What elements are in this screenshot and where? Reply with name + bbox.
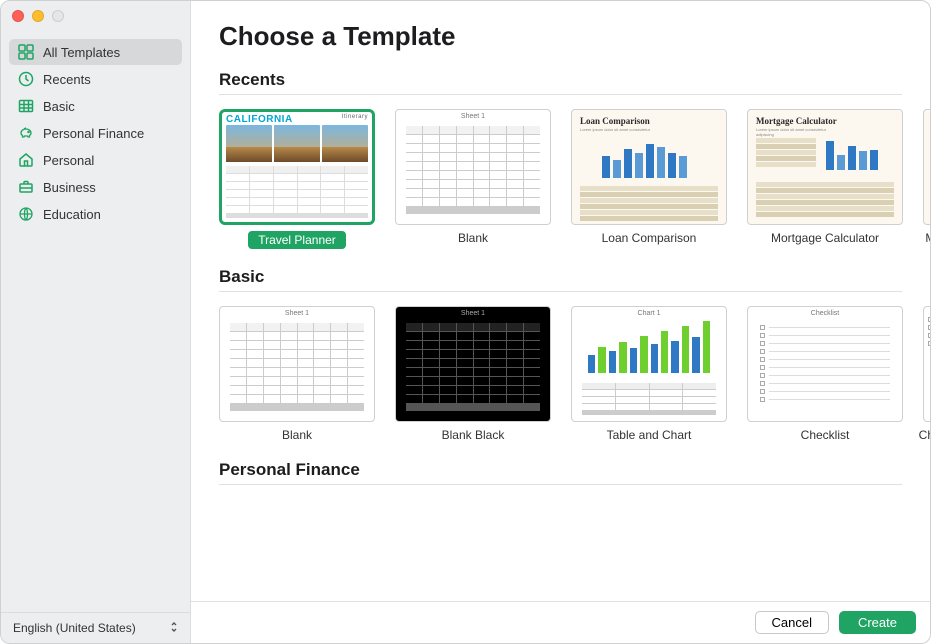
window-controls xyxy=(12,10,64,22)
sidebar-item-label: Education xyxy=(43,207,101,222)
sidebar-item-education[interactable]: Education xyxy=(9,201,182,227)
template-label: Checklist xyxy=(919,428,930,442)
piggy-bank-icon xyxy=(17,124,35,142)
create-button[interactable]: Create xyxy=(839,611,916,634)
template-label: Blank xyxy=(282,428,312,442)
sidebar-item-label: Basic xyxy=(43,99,75,114)
minimize-window-button[interactable] xyxy=(32,10,44,22)
template-thumbnail: Sheet 1 xyxy=(219,306,375,422)
sidebar-item-label: Personal xyxy=(43,153,94,168)
template-thumbnail: Chart 1 xyxy=(571,306,727,422)
template-label: Travel Planner xyxy=(248,231,346,249)
zoom-window-button[interactable] xyxy=(52,10,64,22)
divider xyxy=(219,484,902,485)
template-checklist-2[interactable]: Checklist xyxy=(923,306,930,442)
template-blank[interactable]: Sheet 1 xyxy=(395,109,551,249)
template-row-basic: Sheet 1 xyxy=(219,306,930,442)
template-mortgage-calculator[interactable]: Mortgage Calculator Lorem ipsum dolor si… xyxy=(747,109,903,249)
divider xyxy=(219,291,902,292)
sidebar-item-all-templates[interactable]: All Templates xyxy=(9,39,182,65)
template-table-and-chart[interactable]: Chart 1 xyxy=(571,306,727,442)
template-blank-black[interactable]: Sheet 1 xyxy=(395,306,551,442)
house-icon xyxy=(17,151,35,169)
template-travel-planner[interactable]: CALIFORNIA Itinerary xyxy=(219,109,375,249)
body: All Templates Recents Basic xyxy=(1,1,930,643)
divider xyxy=(219,94,902,95)
template-loan-comparison[interactable]: Loan Comparison Lorem ipsum dolor sit am… xyxy=(571,109,727,249)
sidebar-list: All Templates Recents Basic xyxy=(1,39,190,612)
template-thumbnail: Sheet 1 xyxy=(395,306,551,422)
template-thumbnail xyxy=(923,306,930,422)
template-thumbnail: Sheet 1 xyxy=(395,109,551,225)
page-title: Choose a Template xyxy=(219,21,930,52)
briefcase-icon xyxy=(17,178,35,196)
template-thumbnail: Checklist xyxy=(747,306,903,422)
template-row-recents: CALIFORNIA Itinerary xyxy=(219,109,930,249)
sidebar-item-label: All Templates xyxy=(43,45,120,60)
sidebar-item-personal-finance[interactable]: Personal Finance xyxy=(9,120,182,146)
main-area: Choose a Template Recents CALIFORNIA Iti… xyxy=(191,1,930,643)
language-label: English (United States) xyxy=(13,621,136,635)
section-header-basic: Basic xyxy=(219,267,930,287)
section-header-recents: Recents xyxy=(219,70,930,90)
template-chooser-window: All Templates Recents Basic xyxy=(0,0,931,644)
thumb-title: CALIFORNIA Itinerary xyxy=(222,112,372,125)
sidebar-item-recents[interactable]: Recents xyxy=(9,66,182,92)
template-label: Blank xyxy=(458,231,488,245)
sidebar-item-business[interactable]: Business xyxy=(9,174,182,200)
clock-icon xyxy=(17,70,35,88)
template-basic-blank[interactable]: Sheet 1 xyxy=(219,306,375,442)
language-selector[interactable]: English (United States) xyxy=(1,612,190,643)
template-label: Mortgage Calculator xyxy=(771,231,879,245)
close-window-button[interactable] xyxy=(12,10,24,22)
grid-icon xyxy=(17,43,35,61)
section-header-personal-finance: Personal Finance xyxy=(219,460,930,480)
sidebar-item-personal[interactable]: Personal xyxy=(9,147,182,173)
template-label: Table and Chart xyxy=(607,428,692,442)
template-thumbnail: Mortgage Calculator Lorem ipsum dolor si… xyxy=(747,109,903,225)
template-label: Loan Comparison xyxy=(602,231,697,245)
template-thumbnail: CALIFORNIA Itinerary xyxy=(219,109,375,225)
template-my-stocks[interactable]: Portfolio $60000.00 My Stocks xyxy=(923,109,930,249)
template-thumbnail: Portfolio $60000.00 xyxy=(923,109,930,225)
sidebar-item-basic[interactable]: Basic xyxy=(9,93,182,119)
globe-icon xyxy=(17,205,35,223)
template-checklist[interactable]: Checklist xyxy=(747,306,903,442)
footer-bar: Cancel Create xyxy=(191,601,930,643)
template-label: Checklist xyxy=(801,428,850,442)
cancel-button[interactable]: Cancel xyxy=(755,611,829,634)
template-label: Blank Black xyxy=(442,428,505,442)
table-icon xyxy=(17,97,35,115)
sidebar: All Templates Recents Basic xyxy=(1,1,191,643)
template-label: My Stocks xyxy=(925,231,930,245)
sidebar-item-label: Business xyxy=(43,180,96,195)
template-thumbnail: Loan Comparison Lorem ipsum dolor sit am… xyxy=(571,109,727,225)
sidebar-item-label: Recents xyxy=(43,72,91,87)
chevron-up-down-icon xyxy=(170,621,178,635)
template-scroll[interactable]: Choose a Template Recents CALIFORNIA Iti… xyxy=(191,1,930,601)
sidebar-item-label: Personal Finance xyxy=(43,126,144,141)
